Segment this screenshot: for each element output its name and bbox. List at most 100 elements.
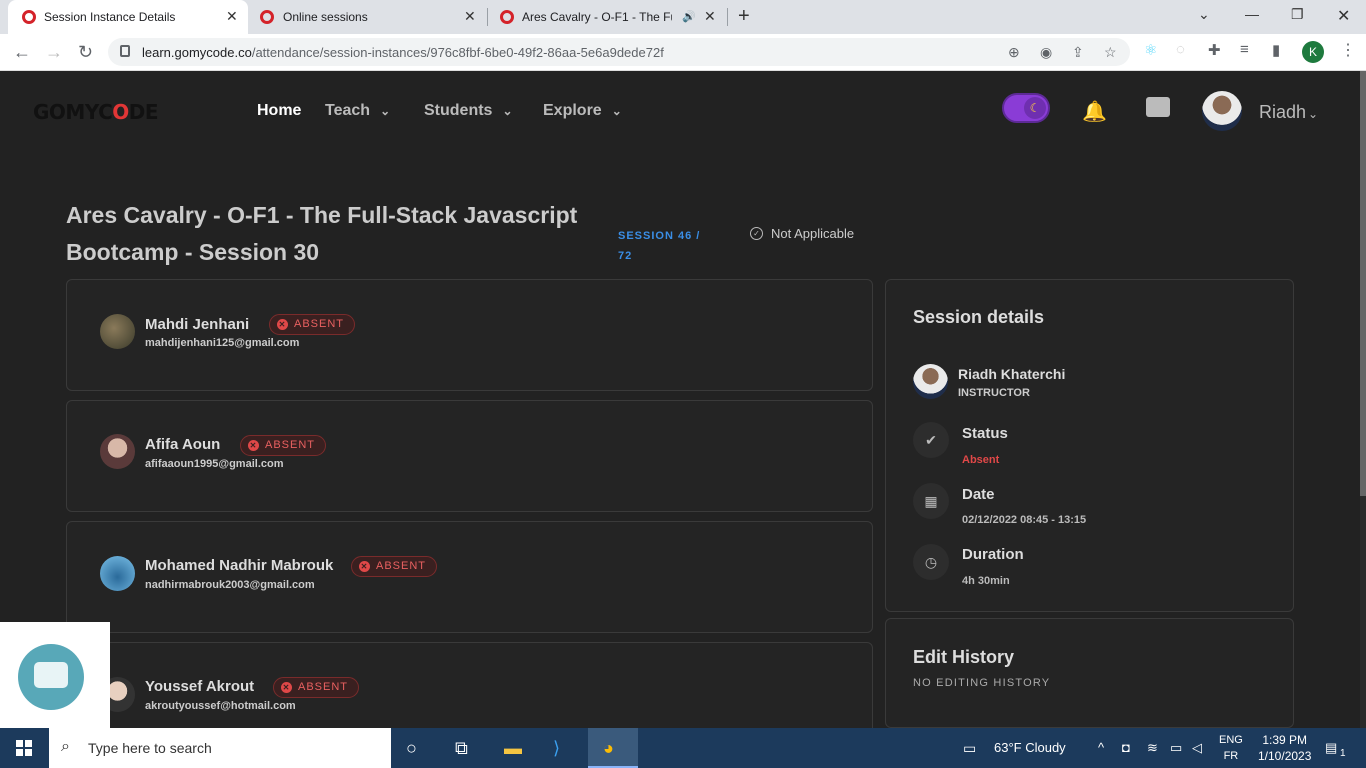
- chevron-down-icon: ⌄: [1308, 107, 1319, 121]
- react-devtools-icon[interactable]: ⚛: [1144, 41, 1157, 59]
- cortana-icon[interactable]: ○: [406, 738, 417, 759]
- page-scrollbar[interactable]: [1360, 71, 1366, 728]
- instructor-name: Riadh Khaterchi: [958, 366, 1066, 382]
- browser-tab-session-instance[interactable]: Session Instance Details ✕: [8, 0, 248, 34]
- edit-history-title: Edit History: [913, 647, 1015, 667]
- battery-icon[interactable]: ▭: [1170, 740, 1182, 756]
- student-card[interactable]: Mahdi Jenhani mahdijenhani125@gmail.com …: [66, 279, 873, 391]
- edit-history-panel: Edit History NO EDITING HISTORY: [885, 618, 1294, 728]
- check-circle-icon: ✔: [913, 422, 949, 458]
- messages-icon[interactable]: [1146, 97, 1170, 117]
- scrollbar-thumb[interactable]: [1360, 71, 1366, 496]
- tab-title: Ares Cavalry - O-F1 - The Fu: [522, 10, 672, 24]
- moon-icon: ☾: [1024, 97, 1046, 119]
- speaker-icon[interactable]: 🔊: [682, 10, 696, 23]
- new-tab-icon[interactable]: +: [738, 5, 750, 28]
- close-tab-icon[interactable]: ✕: [464, 8, 476, 25]
- date-value: 02/12/2022 08:45 - 13:15: [962, 514, 1087, 526]
- notification-icon[interactable]: ▤: [1325, 740, 1337, 756]
- user-avatar[interactable]: [1202, 91, 1242, 131]
- calendar-icon: ▦: [913, 483, 949, 519]
- nav-students[interactable]: Students ⌄: [424, 102, 513, 120]
- menu-kebab-icon[interactable]: ⋮: [1340, 40, 1356, 60]
- tab-search-chevron-icon[interactable]: ⌄: [1198, 6, 1210, 23]
- instructor-avatar: [913, 364, 948, 399]
- share-icon[interactable]: ⇪: [1072, 44, 1084, 61]
- chevron-down-icon: ⌄: [380, 104, 391, 118]
- notification-count: 1: [1340, 748, 1346, 759]
- student-card[interactable]: Mohamed Nadhir Mabrouk nadhirmabrouk2003…: [66, 521, 873, 633]
- minimize-icon[interactable]: —: [1245, 6, 1259, 22]
- applicability-status: ✓ Not Applicable: [750, 226, 854, 241]
- task-view-icon[interactable]: ⧉: [455, 738, 468, 759]
- x-circle-icon: ✕: [281, 682, 292, 693]
- browser-tab-strip: Session Instance Details ✕ Online sessio…: [0, 0, 1366, 34]
- app-viewport: GOMYCODE Home Teach ⌄ Students ⌄ Explore ⌄ …: [0, 71, 1360, 728]
- student-avatar: [100, 556, 135, 591]
- taskbar-search[interactable]: ⌕ Type here to search: [49, 728, 391, 768]
- chevron-down-icon: ⌄: [502, 104, 513, 118]
- user-menu[interactable]: Riadh ⌄: [1259, 102, 1318, 123]
- side-panel-icon[interactable]: ▮: [1272, 41, 1280, 59]
- chat-bubble-icon[interactable]: [18, 644, 84, 710]
- x-circle-icon: ✕: [277, 319, 288, 330]
- weather-icon[interactable]: ▭: [963, 740, 976, 757]
- duration-label: Duration: [962, 546, 1024, 563]
- wifi-icon[interactable]: ≋: [1147, 740, 1158, 756]
- nav-teach[interactable]: Teach ⌄: [325, 102, 390, 120]
- close-window-icon[interactable]: ✕: [1337, 6, 1350, 26]
- chat-inner: [34, 662, 68, 688]
- close-tab-icon[interactable]: ✕: [226, 8, 238, 25]
- gomycode-logo[interactable]: GOMYCODE: [33, 100, 159, 124]
- gomycode-favicon-icon: [260, 10, 274, 24]
- x-circle-icon: ✕: [248, 440, 259, 451]
- bookmark-star-icon[interactable]: ☆: [1104, 44, 1117, 61]
- student-name: Afifa Aoun: [145, 436, 221, 453]
- vscode-icon[interactable]: ⟩: [553, 738, 560, 759]
- chat-widget[interactable]: [0, 622, 110, 728]
- tab-title: Online sessions: [283, 10, 368, 24]
- zoom-icon[interactable]: ⊕: [1008, 44, 1020, 61]
- nav-home[interactable]: Home: [257, 102, 301, 120]
- eye-icon[interactable]: ◉: [1040, 44, 1052, 61]
- student-card[interactable]: Afifa Aoun afifaaoun1995@gmail.com ✕ ABSE…: [66, 400, 873, 512]
- chevron-down-icon: ⌄: [611, 104, 622, 118]
- file-explorer-icon[interactable]: ▬: [504, 738, 522, 759]
- status-badge: ✕ ABSENT: [269, 314, 356, 335]
- close-tab-icon[interactable]: ✕: [704, 8, 716, 25]
- chrome-taskbar-icon[interactable]: ◕: [588, 728, 638, 768]
- student-name: Mahdi Jenhani: [145, 316, 250, 333]
- student-card[interactable]: Youssef Akrout akroutyoussef@hotmail.com…: [66, 642, 873, 728]
- restore-icon[interactable]: ❐: [1291, 6, 1304, 23]
- nav-explore[interactable]: Explore ⌄: [543, 102, 622, 120]
- browser-tab-online-sessions[interactable]: Online sessions ✕: [248, 0, 488, 34]
- student-email: mahdijenhani125@gmail.com: [145, 337, 300, 349]
- student-email: nadhirmabrouk2003@gmail.com: [145, 579, 315, 591]
- address-bar[interactable]: learn.gomycode.co/attendance/session-ins…: [108, 38, 1130, 66]
- bell-icon[interactable]: 🔔: [1082, 99, 1107, 124]
- search-icon: ⌕: [61, 738, 70, 755]
- duration-value: 4h 30min: [962, 575, 1010, 587]
- dark-mode-toggle[interactable]: ☾: [1002, 93, 1050, 123]
- date-label: Date: [962, 486, 995, 503]
- back-icon[interactable]: ←: [13, 42, 31, 63]
- profile-avatar[interactable]: K: [1302, 41, 1324, 63]
- chevron-up-icon[interactable]: ^: [1098, 740, 1104, 755]
- meet-icon[interactable]: ◘: [1122, 740, 1130, 755]
- applicability-label: Not Applicable: [771, 226, 855, 241]
- forward-icon[interactable]: →: [45, 42, 63, 63]
- windows-start-icon[interactable]: [16, 740, 32, 756]
- volume-icon[interactable]: ◁: [1192, 740, 1202, 756]
- clock[interactable]: 1:39 PM 1/10/2023: [1258, 732, 1311, 764]
- gomycode-favicon-icon: [22, 10, 36, 24]
- extensions-puzzle-icon[interactable]: ✚: [1208, 41, 1221, 59]
- extension-icon[interactable]: ◌: [1176, 41, 1185, 58]
- language-indicator[interactable]: ENG FR: [1219, 732, 1243, 764]
- reload-icon[interactable]: ↻: [78, 42, 93, 63]
- url-text: learn.gomycode.co/attendance/session-ins…: [142, 45, 664, 60]
- browser-tab-ares-cavalry[interactable]: Ares Cavalry - O-F1 - The Fu 🔊 ✕: [488, 0, 728, 34]
- session-number: SESSION 46 / 72: [618, 230, 701, 262]
- weather-text[interactable]: 63°F Cloudy: [994, 740, 1066, 755]
- media-control-icon[interactable]: ≡: [1240, 41, 1249, 58]
- student-name: Youssef Akrout: [145, 678, 255, 695]
